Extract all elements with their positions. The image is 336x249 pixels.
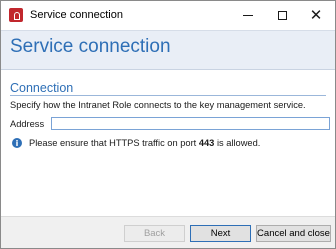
info-icon: i <box>12 138 22 148</box>
info-text-after: is allowed. <box>214 138 261 148</box>
section-description: Specify how the Intranet Role connects t… <box>10 100 306 110</box>
info-text-before: Please ensure that HTTPS traffic on port <box>29 138 199 148</box>
service-connection-window: Service connection ✕ Service connection … <box>0 0 336 249</box>
close-icon: ✕ <box>309 7 323 24</box>
lock-icon <box>9 8 23 22</box>
address-label: Address <box>10 119 45 129</box>
minimize-button[interactable] <box>231 1 265 30</box>
minimize-icon <box>243 15 253 16</box>
address-input[interactable] <box>51 117 330 130</box>
page-title: Service connection <box>10 36 171 57</box>
cancel-and-close-button[interactable]: Cancel and close <box>256 225 331 242</box>
page-header: Service connection <box>1 30 335 70</box>
button-bar: Back Next Cancel and close <box>1 216 335 248</box>
maximize-button[interactable] <box>265 1 299 30</box>
maximize-icon <box>277 11 287 20</box>
info-message: i Please ensure that HTTPS traffic on po… <box>12 137 260 149</box>
info-port: 443 <box>198 138 215 148</box>
info-text: Please ensure that HTTPS traffic on port… <box>29 138 260 148</box>
section-divider <box>10 95 326 96</box>
next-button[interactable]: Next <box>190 225 251 242</box>
close-button[interactable]: ✕ <box>299 1 333 30</box>
title-bar[interactable]: Service connection ✕ <box>1 1 335 30</box>
window-title: Service connection <box>30 9 123 21</box>
back-button[interactable]: Back <box>124 225 185 242</box>
section-title: Connection <box>10 81 74 95</box>
